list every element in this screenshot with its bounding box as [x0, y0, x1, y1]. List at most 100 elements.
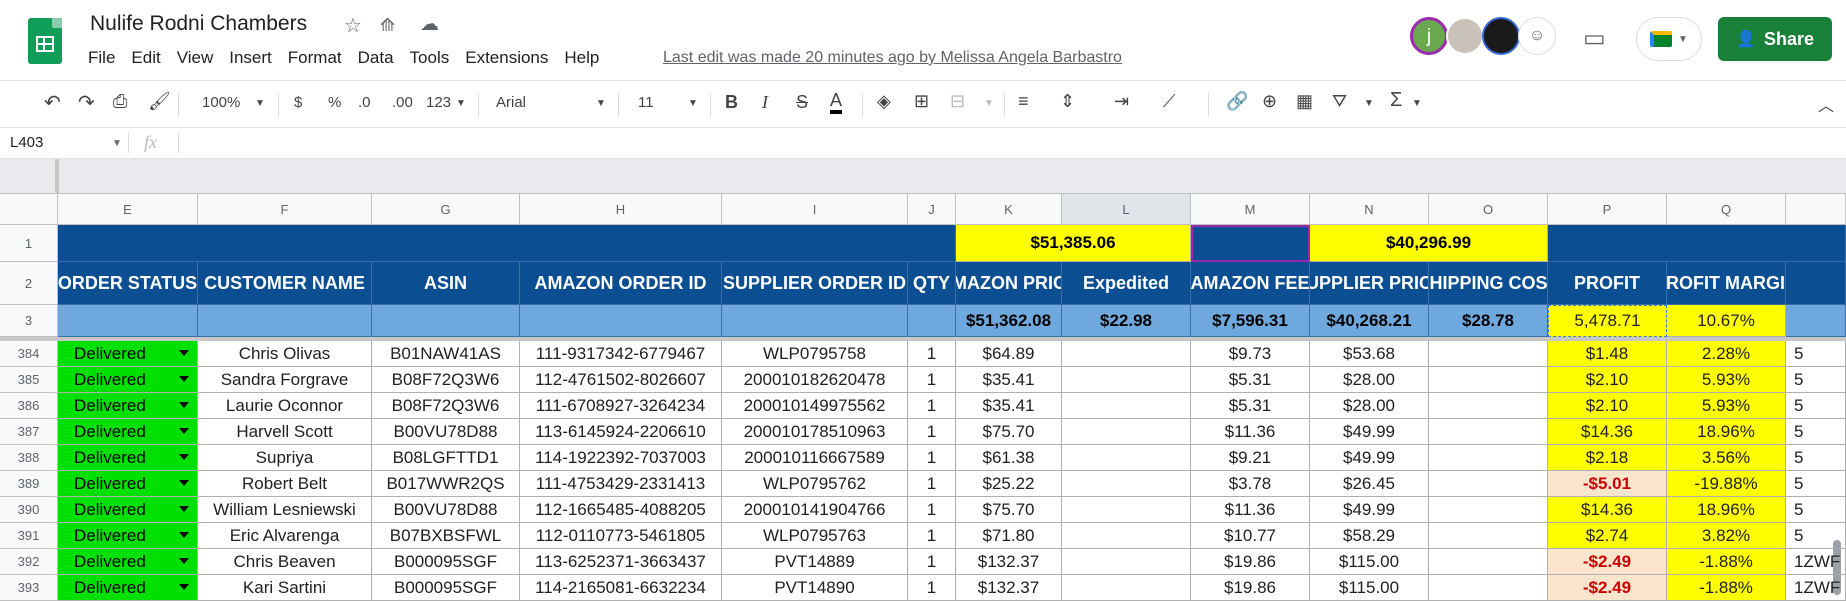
customer-name-cell[interactable]: Kari Sartini: [198, 575, 372, 601]
paint-format-icon[interactable]: 🖌: [148, 91, 171, 112]
dropdown-arrow-icon[interactable]: [179, 480, 189, 486]
expedited-cell[interactable]: [1062, 445, 1191, 471]
order-status-dropdown[interactable]: Delivered: [58, 445, 198, 471]
amazon-order-id-cell[interactable]: 113-6145924-2206610: [520, 419, 722, 445]
avatar-j[interactable]: j: [1410, 17, 1448, 55]
profit-margin-cell[interactable]: 18.96%: [1667, 497, 1786, 523]
zoom-chevron-icon[interactable]: ▼: [255, 98, 265, 109]
star-icon[interactable]: ☆: [344, 13, 362, 38]
column-header-l[interactable]: L: [1062, 194, 1191, 225]
dropdown-arrow-icon[interactable]: [179, 376, 189, 382]
asin-cell[interactable]: B07BXBSFWL: [372, 523, 520, 549]
avatar-user-2[interactable]: [1446, 17, 1484, 55]
selected-cell-m1[interactable]: [1191, 225, 1310, 262]
column-header-o[interactable]: O: [1429, 194, 1548, 225]
menu-extensions[interactable]: Extensions: [465, 48, 548, 68]
horizontal-align-icon[interactable]: ≡: [1018, 91, 1029, 112]
amazon-fee-cell[interactable]: $11.36: [1191, 419, 1310, 445]
asin-cell[interactable]: B00VU78D88: [372, 419, 520, 445]
profit-margin-cell[interactable]: 5.93%: [1667, 367, 1786, 393]
row-header[interactable]: 388: [0, 445, 58, 471]
qty-cell[interactable]: 1: [908, 497, 956, 523]
profit-cell[interactable]: -$2.49: [1548, 575, 1667, 601]
asin-cell[interactable]: B08F72Q3W6: [372, 367, 520, 393]
amazon-price-cell[interactable]: $61.38: [956, 445, 1062, 471]
dropdown-arrow-icon[interactable]: [179, 350, 189, 356]
profit-margin-cell[interactable]: 5.93%: [1667, 393, 1786, 419]
supplier-order-id-cell[interactable]: 200010178510963: [722, 419, 908, 445]
qty-cell[interactable]: 1: [908, 393, 956, 419]
row-header-3[interactable]: 3: [0, 305, 58, 337]
totals-i[interactable]: [722, 305, 908, 337]
qty-cell[interactable]: 1: [908, 523, 956, 549]
supplier-price-cell[interactable]: $53.68: [1310, 341, 1429, 367]
profit-margin-cell[interactable]: -1.88%: [1667, 549, 1786, 575]
dropdown-arrow-icon[interactable]: [179, 506, 189, 512]
header-l[interactable]: Expedited: [1062, 262, 1191, 305]
expedited-cell[interactable]: [1062, 419, 1191, 445]
profit-margin-cell[interactable]: 3.82%: [1667, 523, 1786, 549]
asin-cell[interactable]: B08LGFTTD1: [372, 445, 520, 471]
header-k[interactable]: AMAZON PRICE: [956, 262, 1062, 305]
meet-button[interactable]: ▼: [1636, 17, 1702, 61]
column-header-i[interactable]: I: [722, 194, 908, 225]
dropdown-arrow-icon[interactable]: [179, 558, 189, 564]
totals-j[interactable]: [908, 305, 956, 337]
order-status-dropdown[interactable]: Delivered: [58, 575, 198, 601]
amazon-price-cell[interactable]: $75.70: [956, 497, 1062, 523]
insert-link-icon[interactable]: 🔗: [1226, 91, 1248, 112]
totals-f[interactable]: [198, 305, 372, 337]
row-header[interactable]: 392: [0, 549, 58, 575]
expedited-cell[interactable]: [1062, 393, 1191, 419]
sheets-logo-icon[interactable]: [28, 18, 62, 64]
font-size-chevron-icon[interactable]: ▼: [688, 98, 698, 109]
totals-l[interactable]: $22.98: [1062, 305, 1191, 337]
customer-name-cell[interactable]: Robert Belt: [198, 471, 372, 497]
total-amazon-price-cell[interactable]: $51,385.06: [956, 225, 1191, 262]
amazon-fee-cell[interactable]: $11.36: [1191, 497, 1310, 523]
font-select[interactable]: Arial: [496, 94, 526, 111]
column-r-cell[interactable]: 1ZWF: [1786, 575, 1846, 601]
amazon-order-id-cell[interactable]: 112-1665485-4088205: [520, 497, 722, 523]
amazon-price-cell[interactable]: $25.22: [956, 471, 1062, 497]
amazon-price-cell[interactable]: $132.37: [956, 549, 1062, 575]
row-header[interactable]: 391: [0, 523, 58, 549]
qty-cell[interactable]: 1: [908, 575, 956, 601]
header-r[interactable]: [1786, 262, 1846, 305]
supplier-price-cell[interactable]: $58.29: [1310, 523, 1429, 549]
merge-chevron-icon[interactable]: ▼: [984, 98, 994, 109]
totals-n[interactable]: $40,268.21: [1310, 305, 1429, 337]
move-icon[interactable]: ⟰: [380, 15, 395, 36]
functions-icon[interactable]: Σ: [1390, 89, 1402, 112]
totals-e[interactable]: [58, 305, 198, 337]
column-header-m[interactable]: M: [1191, 194, 1310, 225]
column-r-cell[interactable]: 5: [1786, 393, 1846, 419]
asin-cell[interactable]: B01NAW41AS: [372, 341, 520, 367]
column-header-q[interactable]: Q: [1667, 194, 1786, 225]
amazon-order-id-cell[interactable]: 111-9317342-6779467: [520, 341, 722, 367]
italic-button[interactable]: I: [762, 92, 768, 113]
amazon-order-id-cell[interactable]: 113-6252371-3663437: [520, 549, 722, 575]
asin-cell[interactable]: B000095SGF: [372, 549, 520, 575]
totals-m[interactable]: $7,596.31: [1191, 305, 1310, 337]
qty-cell[interactable]: 1: [908, 445, 956, 471]
header-h[interactable]: AMAZON ORDER ID: [520, 262, 722, 305]
menu-format[interactable]: Format: [288, 48, 342, 68]
font-size-select[interactable]: 11: [638, 94, 654, 111]
functions-chevron-icon[interactable]: ▼: [1412, 98, 1422, 109]
column-header-e[interactable]: E: [58, 194, 198, 225]
column-r-cell[interactable]: 5: [1786, 367, 1846, 393]
shipping-cost-cell[interactable]: [1429, 575, 1548, 601]
order-status-dropdown[interactable]: Delivered: [58, 419, 198, 445]
asin-cell[interactable]: B017WWR2QS: [372, 471, 520, 497]
menu-help[interactable]: Help: [564, 48, 599, 68]
cloud-status-icon[interactable]: ☁: [420, 13, 439, 36]
totals-h[interactable]: [520, 305, 722, 337]
bold-button[interactable]: B: [725, 92, 738, 113]
qty-cell[interactable]: 1: [908, 341, 956, 367]
insert-comment-icon[interactable]: ⊕: [1262, 91, 1277, 112]
totals-g[interactable]: [372, 305, 520, 337]
row-header[interactable]: 385: [0, 367, 58, 393]
supplier-order-id-cell[interactable]: 200010149975562: [722, 393, 908, 419]
shipping-cost-cell[interactable]: [1429, 523, 1548, 549]
